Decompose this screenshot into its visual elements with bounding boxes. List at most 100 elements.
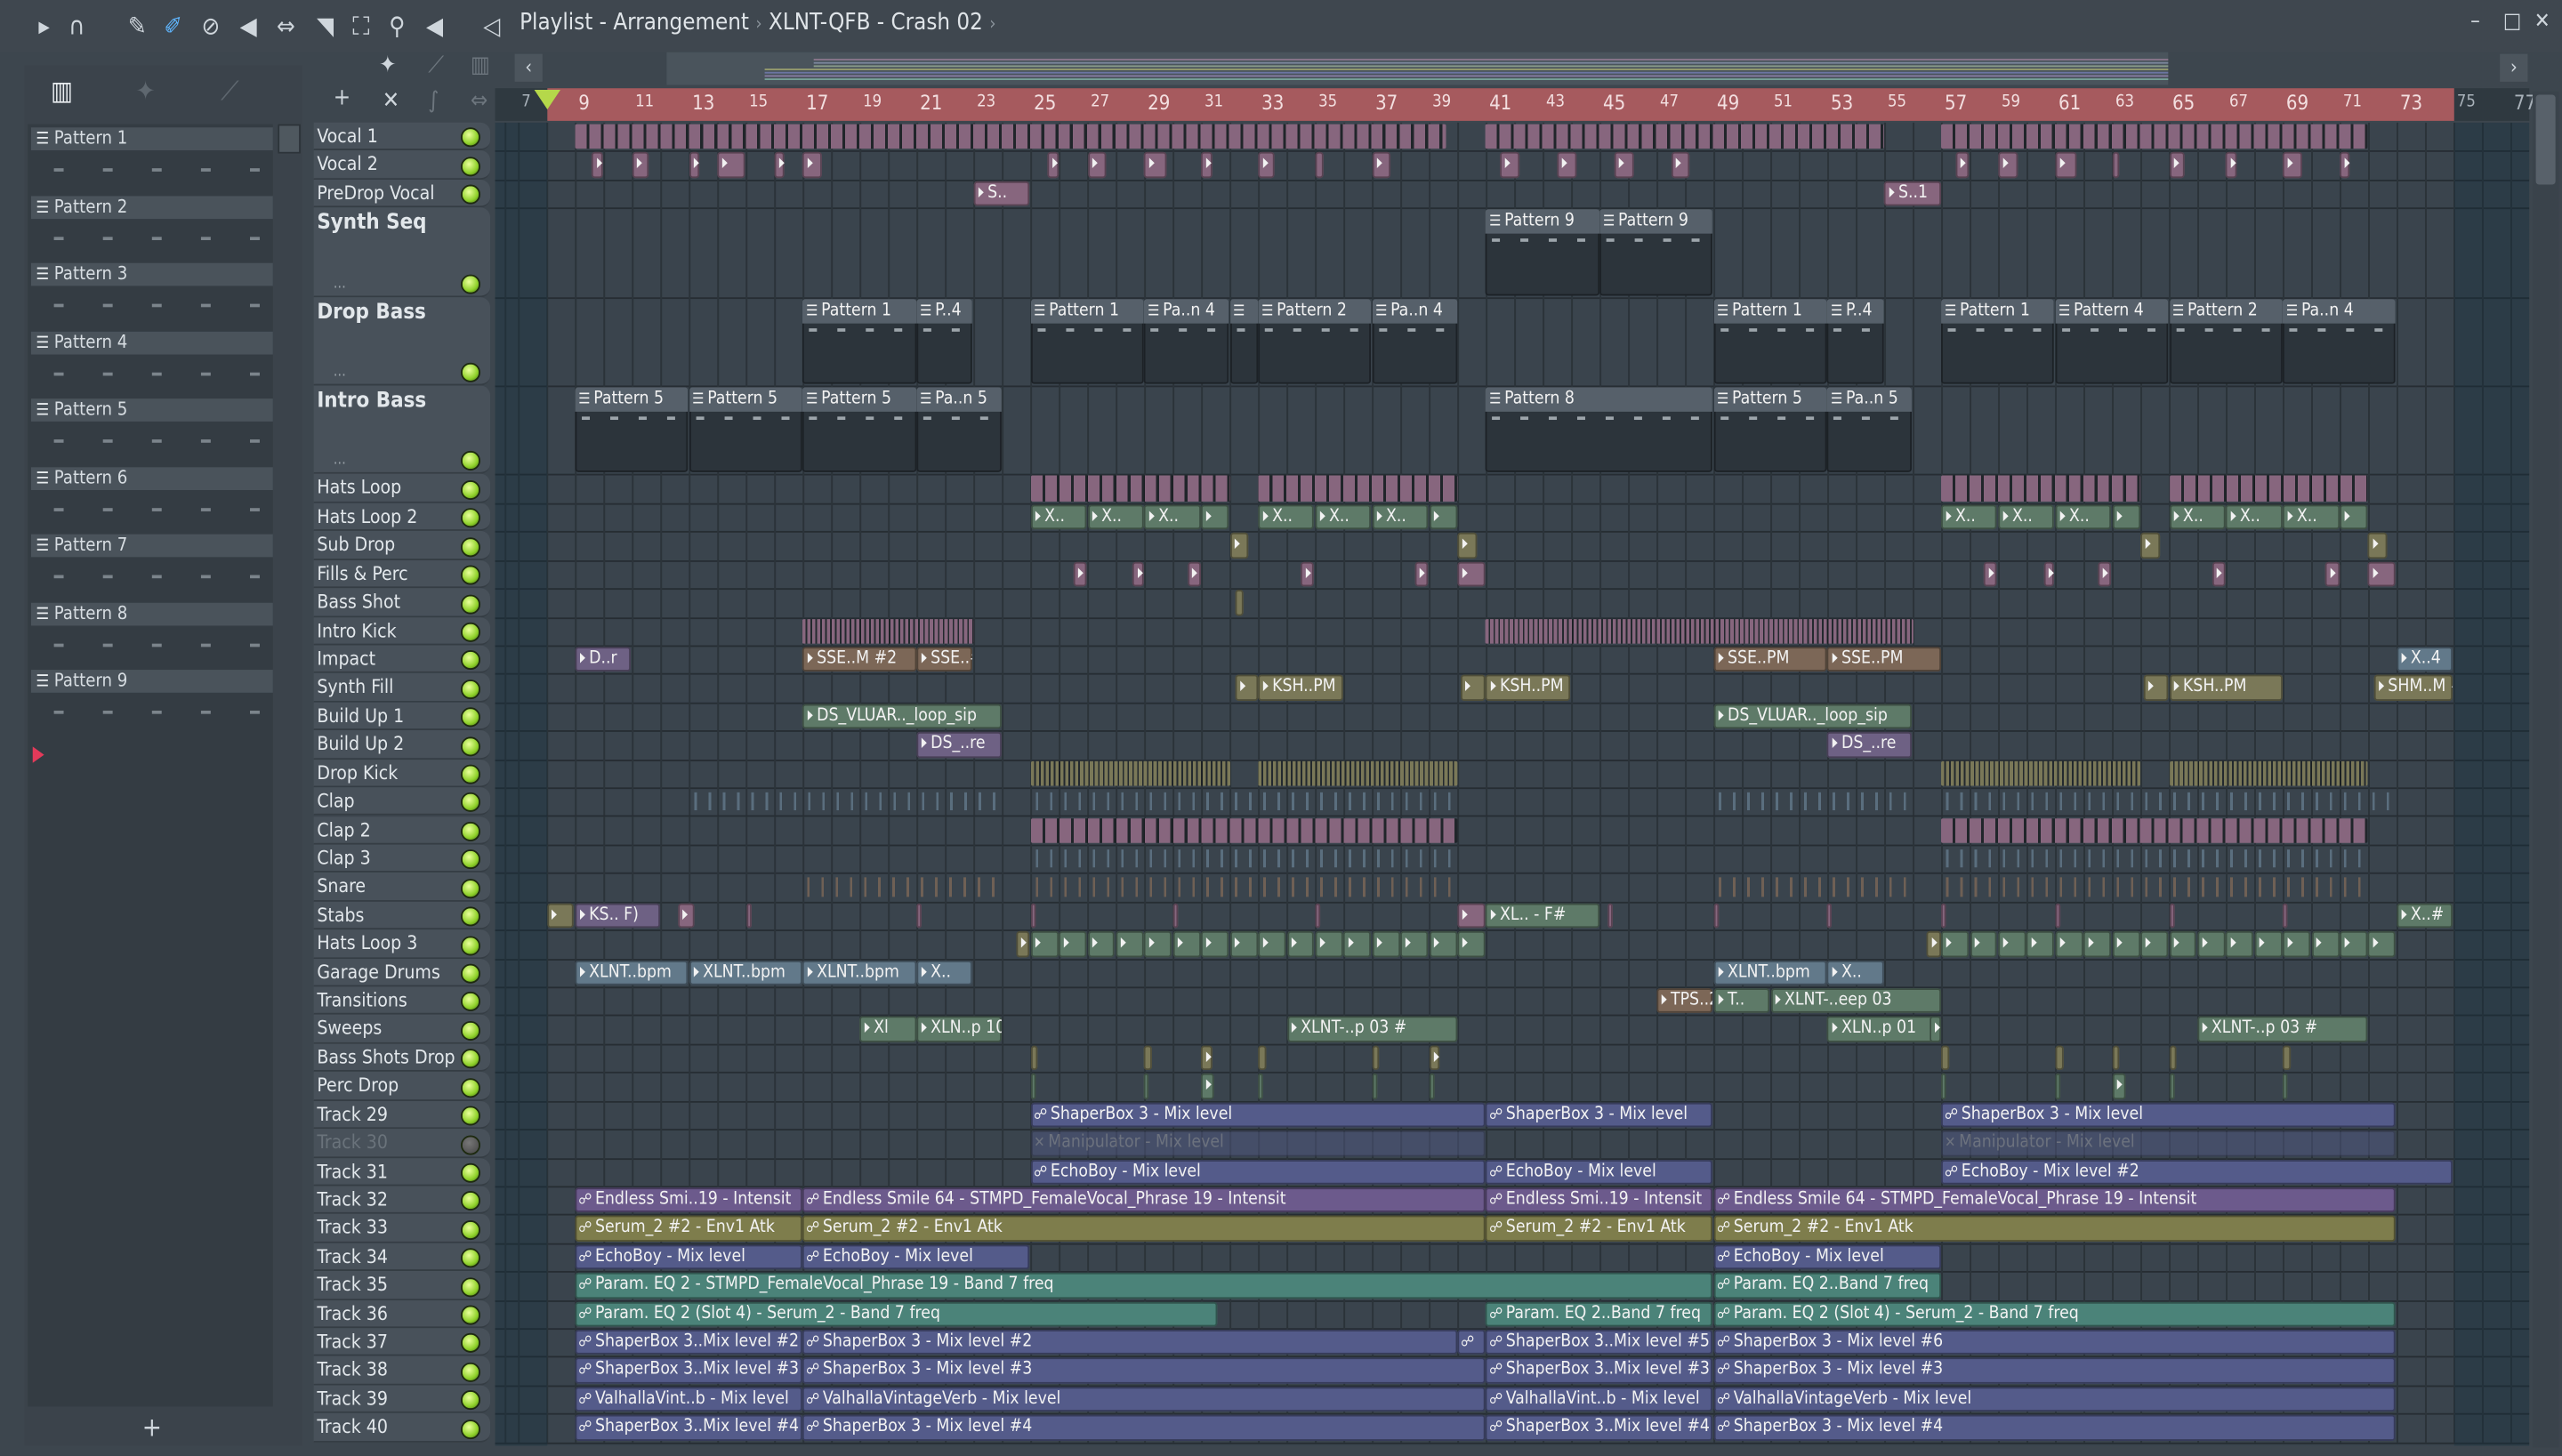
track-mute-toggle[interactable] [460, 792, 480, 813]
zoom-icon[interactable]: ⚲ [383, 12, 412, 41]
track-header[interactable]: Transitions [313, 986, 491, 1016]
audio-clip[interactable]: ⏵ [2226, 152, 2237, 178]
close-icon[interactable]: ✕ [383, 88, 399, 114]
automation-icon[interactable]: ⟋ [221, 75, 239, 108]
playhead-marker[interactable] [533, 90, 560, 110]
audio-clip[interactable]: ⏵ XLNT..bpm [689, 960, 802, 985]
audio-clip[interactable]: ⏵ XLNT..bpm [802, 960, 916, 985]
audio-clip[interactable]: ⏵ KSH..PM [2169, 675, 2283, 701]
pattern-clip[interactable]: ☰ Pattern 4 [2055, 298, 2169, 384]
track-mute-toggle[interactable] [460, 878, 480, 898]
stretch-icon[interactable]: ⇔ [471, 88, 487, 114]
audio-clip-group[interactable] [1030, 817, 1458, 843]
pattern-clip[interactable]: ☰ Pattern 1 [1941, 298, 2055, 384]
track-header[interactable]: Clap [313, 787, 491, 816]
pencil-icon[interactable]: ✎ [123, 12, 152, 41]
track-header[interactable]: PreDrop Vocal [313, 179, 491, 208]
audio-clip[interactable]: ⏵ [677, 903, 694, 929]
track-lane[interactable] [495, 588, 2530, 619]
audio-clip[interactable]: ⏵ [2368, 561, 2397, 587]
audio-clip[interactable]: ⏵ [2143, 675, 2169, 701]
track-mute-toggle[interactable] [460, 1276, 480, 1297]
audio-clip[interactable]: ⏵ [1172, 931, 1201, 957]
track-mute-toggle[interactable] [460, 963, 480, 984]
audio-clip[interactable]: ⏵ [1087, 152, 1107, 178]
automation-clip-icon[interactable]: ⟋ [428, 52, 444, 78]
audio-clip[interactable]: ⏵ [2340, 152, 2351, 178]
audio-clip[interactable]: ⏵ [2140, 533, 2160, 559]
track-lane[interactable]: ⏵ ⏵ ⏵ ⏵ ⏵ ⏵ ⏵ ⏵ ⏵ ⏵ ⏵ ⏵ ⏵ ⏵ ⏵ ⏵ ⏵ ⏵ ⏵ ⏵ ⏵ ⏵ ⏵ ⏵ ⏵ ⏵ ⏵ ⏵ ⏵ ⏵ ⏵ ⏵ ⏵ ⏵ [495, 929, 2530, 961]
track-header[interactable]: Track 31 [313, 1157, 491, 1187]
track-header[interactable]: Synth Fill [313, 673, 491, 703]
pattern-item[interactable]: ☰ Pattern 9 [30, 670, 273, 732]
audio-clip[interactable]: ⏵ KS.. F) [575, 903, 660, 929]
audio-clip[interactable]: ⏵ [1930, 1017, 1941, 1042]
audio-clip-group[interactable] [1941, 817, 2369, 843]
audio-clip[interactable]: ⏵ [1457, 533, 1477, 559]
automation-clip[interactable]: ☍ ShaperBox 3 - Mix level #4 [802, 1415, 1486, 1441]
audio-wave-icon[interactable]: ✦ [135, 75, 155, 106]
audio-clip[interactable]: ⏵ DS_..re [916, 732, 1002, 758]
audio-clip[interactable]: ⏵ [2368, 533, 2388, 559]
audio-clip[interactable]: ⏵ [2283, 152, 2302, 178]
audio-clip[interactable]: ⏵ [1016, 931, 1030, 957]
track-lane[interactable]: ⏵ ⏵ ⏵ ⏵ ⏵ ⏵ ⏵ ⏵ ⏵ ⏵ ⏵ ⏵ [495, 559, 2530, 591]
track-header[interactable]: Track 33 [313, 1214, 491, 1243]
track-header[interactable]: Stabs [313, 901, 491, 930]
audio-clip[interactable]: ⏵ [2140, 931, 2169, 957]
audio-clip[interactable]: ⏵ XLNT-..eep 03 [1770, 988, 1941, 1014]
audio-clip[interactable]: ⏵ S.. [973, 181, 1030, 206]
track-mute-toggle[interactable] [460, 821, 480, 841]
track-lane[interactable]: ⏵ ⏵ [495, 1043, 2530, 1074]
audio-clip[interactable] [1607, 903, 1614, 929]
pattern-item[interactable]: ☰ Pattern 8 [30, 601, 273, 664]
audio-clip[interactable]: ⏵ [632, 152, 649, 178]
audio-clip-group[interactable] [1941, 877, 2369, 897]
track-header[interactable]: Track 38 [313, 1356, 491, 1386]
audio-clip[interactable]: ⏵ [1998, 152, 2018, 178]
audio-clip[interactable] [1827, 903, 1833, 929]
audio-clip[interactable]: ⏵ [1671, 152, 1690, 178]
pattern-clip[interactable]: ☰ Pa..n 4 [2283, 298, 2397, 384]
audio-clip[interactable] [2112, 1045, 2120, 1071]
track-header[interactable]: Vocal 1 [313, 122, 491, 151]
track-header[interactable]: Hats Loop [313, 474, 491, 503]
audio-clip[interactable]: ⏵ [717, 152, 745, 178]
track-mute-toggle[interactable] [460, 362, 480, 382]
audio-clip[interactable]: ⏵ [774, 152, 786, 178]
playback-icon[interactable]: ◀ [420, 12, 449, 41]
track-lane[interactable]: ⏵ DS_VLUAR.._loop_sip ⏵ DS_VLUAR.._loop_sip [495, 702, 2530, 733]
audio-clip[interactable]: ⏵ XLN..p 10 [916, 1017, 1002, 1042]
pattern-list-scrollbar[interactable] [278, 124, 301, 154]
automation-clip[interactable]: ☍ ShaperBox 3 - Mix level #6 [1713, 1330, 2397, 1355]
vertical-scrollbar[interactable] [2532, 91, 2559, 1448]
pattern-item[interactable]: ☰ Pattern 6 [30, 466, 273, 528]
scroll-right-button[interactable]: › [2500, 53, 2528, 82]
track-mute-toggle[interactable] [460, 849, 480, 870]
track-header[interactable]: Track 34 [313, 1243, 491, 1272]
track-lane[interactable]: ☍ ValhallaVint..b - Mix level ☍ ValhallaVin… [495, 1385, 2530, 1416]
audio-clip[interactable] [2112, 152, 2120, 178]
audio-clip[interactable]: ⏵ X.. [1315, 504, 1372, 530]
track-header[interactable]: Impact [313, 645, 491, 674]
pattern-clip[interactable]: ☰ Pattern 5 [802, 387, 916, 473]
audio-clip[interactable]: ⏵ XLN..p 01 [1827, 1017, 1941, 1042]
track-lane[interactable] [495, 616, 2530, 648]
audio-clip[interactable]: ⏵ [1429, 504, 1457, 530]
automation-clip[interactable]: ☍ Param. EQ 2 (Slot 4) - Serum_2 - Band 7… [575, 1301, 1218, 1327]
mute-icon[interactable]: ◀ [234, 12, 263, 41]
track-header[interactable]: Drop Kick [313, 759, 491, 788]
pattern-clip[interactable]: ☰ P..4 [916, 298, 973, 384]
audio-clip[interactable]: ⏵ X.. [2283, 504, 2340, 530]
audio-clip[interactable]: ⏵ X.. [1258, 504, 1315, 530]
audio-clip[interactable]: ⏵ [592, 152, 603, 178]
track-header[interactable]: Perc Drop [313, 1072, 491, 1101]
track-lane[interactable]: ☍ ShaperBox 3..Mix level #4 ☍ ShaperBox 3 -… [495, 1413, 2530, 1444]
audio-clip[interactable] [2055, 1074, 2060, 1099]
close-button[interactable]: ✕ [2534, 10, 2550, 35]
audio-clip[interactable]: ⏵ [1557, 152, 1576, 178]
audio-clip[interactable]: ⏵ [1201, 931, 1229, 957]
audio-clip-group[interactable] [1030, 877, 1458, 897]
track-lane[interactable]: ⏵ XLNT..bpm ⏵ XLNT..bpm ⏵ XLNT..bpm ⏵ X.. ⏵ XLNT.… [495, 958, 2530, 989]
automation-clip[interactable]: ☍ ShaperBox 3..Mix level #3 [1486, 1358, 1713, 1384]
